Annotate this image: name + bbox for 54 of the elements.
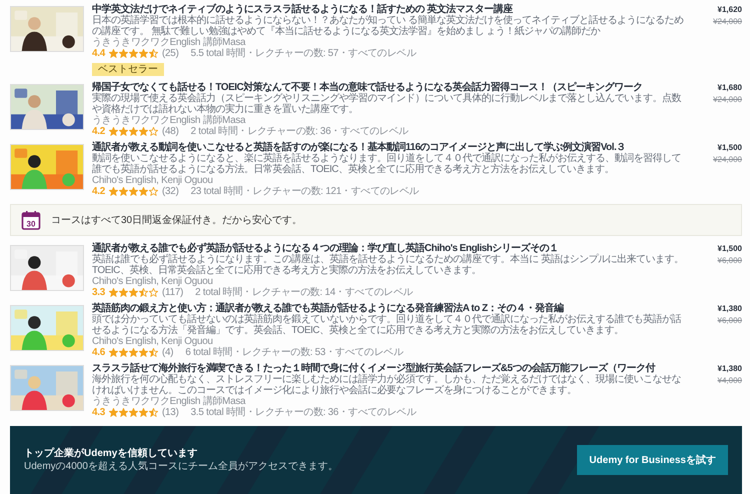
original-price: ¥6,000 [716,315,742,326]
original-price: ¥24,000 [712,94,742,105]
try-business-button[interactable]: Udemy for Businessを試す [577,445,728,475]
review-count: (13) [162,407,179,418]
calendar-icon: 30 [21,210,41,230]
course-description: 海外旅行を何の心配もなく、ストレスフリーに楽しむためには語学力が必須です。しかも、ただ覚えるだけではなく、現場に使いこなせなければいけません。このコースではイメージ化により旅行や会話に必要なフレーズを身につけることができます。 [92,374,682,396]
price: ¥1,380 [716,303,742,315]
course-author: Chiho's English, Kenji Oguou [92,276,214,287]
rating-value: 4.2 [92,186,106,197]
banner-title: トップ企業がUdemyを信頼しています [24,447,198,460]
course-author: うきうきワクワクEnglish 講師Masa [92,115,247,126]
bestseller-tag: ベストセラー [92,63,164,76]
course-author: うきうきワクワクEnglish 講師Masa [92,396,247,407]
review-count: (48) [162,126,179,137]
review-count: (117) [162,287,184,298]
course-title[interactable]: スラスラ話せて海外旅行を満喫できる！たった１時間で身に付くイメージ型旅行英会話フレーズ&5つの会話万能フレーズ（ワーク付 [92,363,690,374]
course-title[interactable]: 英語筋肉の鍛え方と使い方：通訳者が教える誰でも英語が話せるようになる発音練習法A to Z：その４・発音編 [92,303,690,314]
course-description: 実際の現場で使える英会話力（スピーキングやリスニングや学習のマインド）について具体的に行動レベルまで落とし込んでいます。点数や資格だけでは語れない本物の実力に重きを置いた講座です。 [92,93,682,115]
course-author: Chiho's English, Kenji Oguou [92,175,214,186]
review-count: (32) [162,186,179,197]
rating-value: 4.4 [92,48,106,59]
course-description: 動詞を使いこなせるようになると、楽に英語を話せるようなります。回り道をして４０代で通訳になった私がお伝えする、動詞を習得して誰でも英語が話せるようになる方法。日常英会話、TOEIC、英検と全てに応用できる考え方と方法をお伝えしていきます。 [92,153,682,175]
course-meta: 2 total 時間・レクチャーの数: 36・すべてのレベル [190,126,408,137]
course-description: 英語は誰でも必ず話せるようになります。この講座は、英語を話せるようになるための講座です。本当に 英語はシンプルに出来ています。TOEIC、英検、日常英会話と全てに応用できる考え方と実際の方法をお伝えしていきます。 [92,254,684,276]
rating-value: 3.3 [92,287,106,298]
review-count: (25) [162,48,179,59]
course-title[interactable]: 帰国子女でなくても話せる！TOEIC対策なんて不要！本当の意味で話せるようになる英会話力習得コース！（スピーキングワーク [92,82,690,93]
course-author: Chiho's English, Kenji Oguou [92,336,214,347]
guarantee-text: コースはすべて30日間返金保証付き。だから安心です。 [51,214,302,227]
course-meta: 6 total 時間・レクチャーの数: 53・すべてのレベル [185,347,404,358]
price: ¥1,380 [716,363,742,375]
course-meta: 2 total 時間・レクチャーの数: 14・すべてのレベル [195,287,413,298]
course-description: 日本の英語学習では根本的に話せるようにならない！？あなたが知ってい る簡単な英文法だけを使ってネイティブと話せるようになるための講座です。 無駄で難しい勉強はやめて『本当に話せるようになる英文法学習』を始めまし ょう！紙ジャパの講師だか [92,15,684,37]
original-price: ¥24,000 [712,154,742,165]
banner-subtitle: Udemyの4000を超える人気コースにチーム全員がアクセスできます。 [24,461,338,473]
rating-value: 4.2 [92,126,106,137]
original-price: ¥4,000 [716,375,742,386]
course-title[interactable]: 通訳者が教える誰でも必ず英語が話せるようになる４つの理論：学び直し英語Chiho's Englishシリーズその１ [92,243,690,254]
course-title[interactable]: 中学英文法だけでネイティブのようにスラスラ話せるようになる！話すための 英文法マスター講座 [92,4,690,15]
course-meta: 3.5 total 時間・レクチャーの数: 36・すべてのレベル [190,407,416,418]
price: ¥1,620 [716,4,742,16]
price: ¥1,500 [716,142,742,154]
course-author: うきうきワクワクEnglish 講師Masa [92,37,247,48]
course-title[interactable]: 通訳者が教える動詞を使いこなせると英語を話すのが楽になる！基本動詞116のコアイメージと声に出して学ぶ例文演習Vol.３ [92,142,690,153]
original-price: ¥6,000 [716,255,742,266]
course-description: 頭では分かっていても話せないのは英語筋肉を鍛えていないからです。回り道をして４０代で通訳になった私がお伝えする誰でも英語が話せるようになる方法「発音編」です。英会話、TOEIC、英検と全てに応用できる考え方と実際の方法をお伝えしていきます。 [92,314,682,336]
original-price: ¥24,000 [712,16,742,27]
course-meta: 5.5 total 時間・レクチャーの数: 57・すべてのレベル [190,48,416,59]
price: ¥1,500 [716,243,742,255]
course-meta: 23 total 時間・レクチャーの数: 121・すべてのレベル [190,186,419,197]
price: ¥1,680 [716,82,742,94]
review-count: (4) [162,347,174,358]
rating-value: 4.6 [92,347,106,358]
rating-value: 4.3 [92,407,106,418]
